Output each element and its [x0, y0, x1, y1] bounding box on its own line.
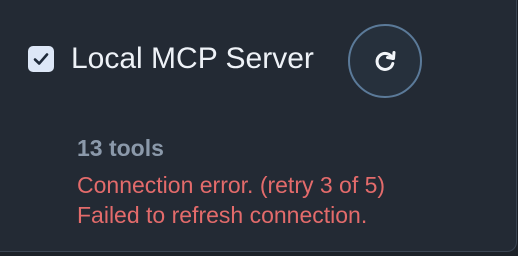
tool-count: 13 tools: [77, 135, 164, 161]
refresh-error-message: Failed to refresh connection.: [77, 202, 368, 228]
mcp-server-card: Local MCP Server 13 tools Connection err…: [0, 0, 517, 252]
server-name: Local MCP Server: [71, 42, 314, 75]
server-enabled-checkbox[interactable]: [28, 46, 54, 72]
checkmark-icon: [33, 53, 49, 65]
refresh-button[interactable]: [348, 24, 422, 98]
refresh-icon: [375, 51, 396, 71]
connection-error-message: Connection error. (retry 3 of 5): [77, 172, 386, 198]
